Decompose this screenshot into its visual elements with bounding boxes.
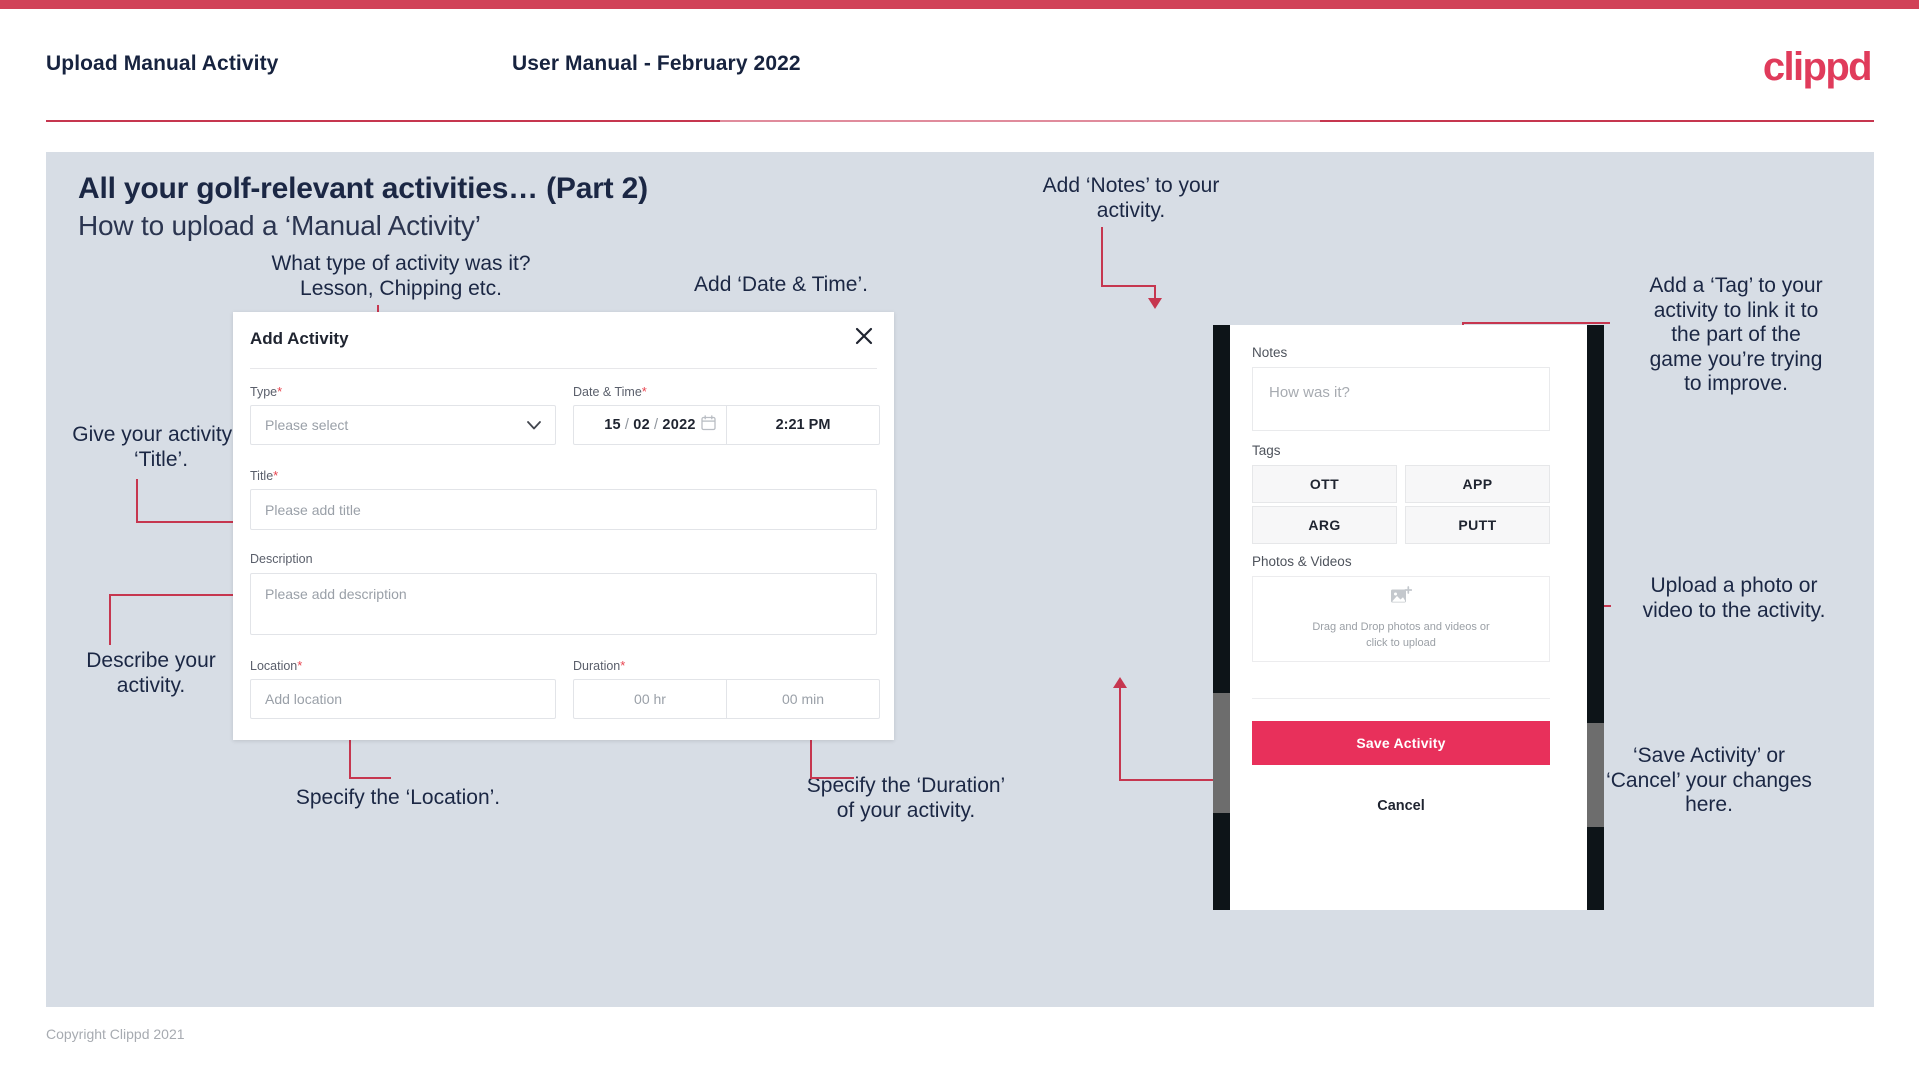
description-label-text: Description: [250, 552, 313, 566]
datetime-required: *: [641, 384, 647, 399]
annotation-photos: Upload a photo or video to the activity.: [1642, 574, 1826, 622]
datetime-label: Date & Time*: [573, 384, 647, 399]
duration-hours-input[interactable]: 00 hr: [574, 680, 726, 718]
photo-dropzone-text: Drag and Drop photos and videos or click …: [1312, 621, 1490, 649]
phone-right-bezel: [1587, 325, 1604, 910]
tag-button-arg[interactable]: ARG: [1252, 506, 1397, 544]
location-input[interactable]: [250, 679, 556, 719]
phone-screen: Notes How was it? Tags OTT APP ARG PUTT …: [1230, 325, 1587, 910]
leader-save-arrow: [1113, 677, 1127, 688]
dialog-header: Add Activity: [233, 312, 894, 369]
date-day: 15: [604, 417, 621, 433]
photo-dropzone[interactable]: Drag and Drop photos and videos or click …: [1252, 576, 1550, 662]
calendar-icon[interactable]: [701, 415, 716, 436]
duration-label-text: Duration: [573, 659, 621, 673]
leader-loc-h: [349, 777, 391, 779]
annotation-duration: Specify the ‘Duration’ of your activity.: [806, 774, 1006, 822]
title-label: Title*: [250, 468, 278, 483]
annotation-notes: Add ‘Notes’ to your activity.: [1042, 174, 1220, 222]
title-input[interactable]: [250, 489, 877, 530]
date-sep-2: /: [654, 417, 659, 433]
leader-desc-h: [109, 594, 244, 596]
header-title: Upload Manual Activity: [46, 52, 279, 75]
phone-right-scrollbar[interactable]: [1587, 723, 1604, 827]
leader-notes-h: [1101, 285, 1156, 287]
save-activity-button[interactable]: Save Activity: [1252, 721, 1550, 765]
phone-left-scrollbar[interactable]: [1213, 693, 1230, 813]
header-subtitle: User Manual - February 2022: [512, 52, 801, 75]
notes-label: Notes: [1252, 345, 1288, 360]
phone-left-bezel: [1213, 325, 1230, 910]
leader-notes-arrow: [1148, 298, 1162, 309]
description-input[interactable]: [250, 573, 877, 635]
description-label: Description: [250, 552, 313, 566]
close-icon[interactable]: [850, 322, 878, 350]
leader-desc-v: [109, 595, 111, 645]
type-label: Type*: [250, 384, 282, 399]
type-placeholder: Please select: [265, 417, 349, 433]
notes-input[interactable]: How was it?: [1252, 367, 1550, 431]
leader-tags-h1: [1462, 322, 1610, 324]
leader-dur-h: [810, 777, 854, 779]
page-header: Upload Manual Activity User Manual - Feb…: [0, 9, 1919, 122]
tag-button-putt[interactable]: PUTT: [1405, 506, 1550, 544]
photos-label: Photos & Videos: [1252, 554, 1352, 569]
leader-title-v: [136, 479, 138, 523]
duration-label: Duration*: [573, 658, 625, 673]
chevron-down-icon: [527, 417, 541, 433]
annotation-type: What type of activity was it? Lesson, Chi…: [271, 252, 531, 300]
leader-dur-v: [810, 739, 812, 779]
slide-page: Upload Manual Activity User Manual - Feb…: [0, 0, 1919, 1079]
add-activity-dialog: Add Activity Type* Please select Date & …: [233, 312, 894, 740]
notes-placeholder: How was it?: [1269, 384, 1350, 401]
type-required: *: [277, 384, 283, 399]
location-label: Location*: [250, 658, 302, 673]
duration-group: 00 hr 00 min: [573, 679, 880, 719]
duration-minutes-input[interactable]: 00 min: [727, 680, 879, 718]
location-label-text: Location: [250, 659, 298, 673]
leader-notes-v1: [1101, 227, 1103, 287]
slide-title: All your golf-relevant activities… (Part…: [78, 172, 648, 205]
dialog-title: Add Activity: [250, 329, 349, 348]
date-input[interactable]: 15 / 02 / 2022: [574, 406, 726, 444]
annotation-tags: Add a ‘Tag’ to your activity to link it t…: [1649, 274, 1823, 396]
phone-divider: [1252, 698, 1550, 699]
leader-loc-v: [349, 739, 351, 779]
tags-label: Tags: [1252, 443, 1281, 458]
footer-copyright: Copyright Clippd 2021: [46, 1026, 185, 1042]
add-image-icon: [1390, 586, 1413, 611]
tag-button-app[interactable]: APP: [1405, 465, 1550, 503]
slide-subtitle: How to upload a ‘Manual Activity’: [78, 210, 481, 241]
leader-save-v: [1119, 687, 1121, 781]
date-year: 2022: [662, 417, 696, 433]
top-accent-bar: [0, 0, 1919, 9]
time-input[interactable]: 2:21 PM: [727, 406, 879, 444]
leader-title-h: [136, 521, 246, 523]
annotation-description: Describe your activity.: [86, 649, 216, 697]
title-label-text: Title: [250, 469, 274, 483]
annotation-datetime: Add ‘Date & Time’.: [694, 273, 868, 296]
datetime-group: 15 / 02 / 2022 2:21 PM: [573, 405, 880, 445]
location-required: *: [297, 658, 303, 673]
tag-button-ott[interactable]: OTT: [1252, 465, 1397, 503]
date-sep-1: /: [624, 417, 630, 433]
cancel-button[interactable]: Cancel: [1252, 798, 1550, 814]
header-divider-light: [720, 120, 1320, 122]
title-required: *: [273, 468, 279, 483]
dialog-divider: [250, 368, 877, 369]
duration-required: *: [620, 658, 626, 673]
annotation-location: Specify the ‘Location’.: [295, 786, 501, 809]
phone-mockup: Notes How was it? Tags OTT APP ARG PUTT …: [1213, 325, 1604, 910]
datetime-label-text: Date & Time: [573, 385, 642, 399]
type-select[interactable]: Please select: [250, 405, 556, 445]
clippd-logo: clippd: [1762, 45, 1873, 89]
date-month: 02: [633, 417, 650, 433]
type-label-text: Type: [250, 385, 278, 399]
